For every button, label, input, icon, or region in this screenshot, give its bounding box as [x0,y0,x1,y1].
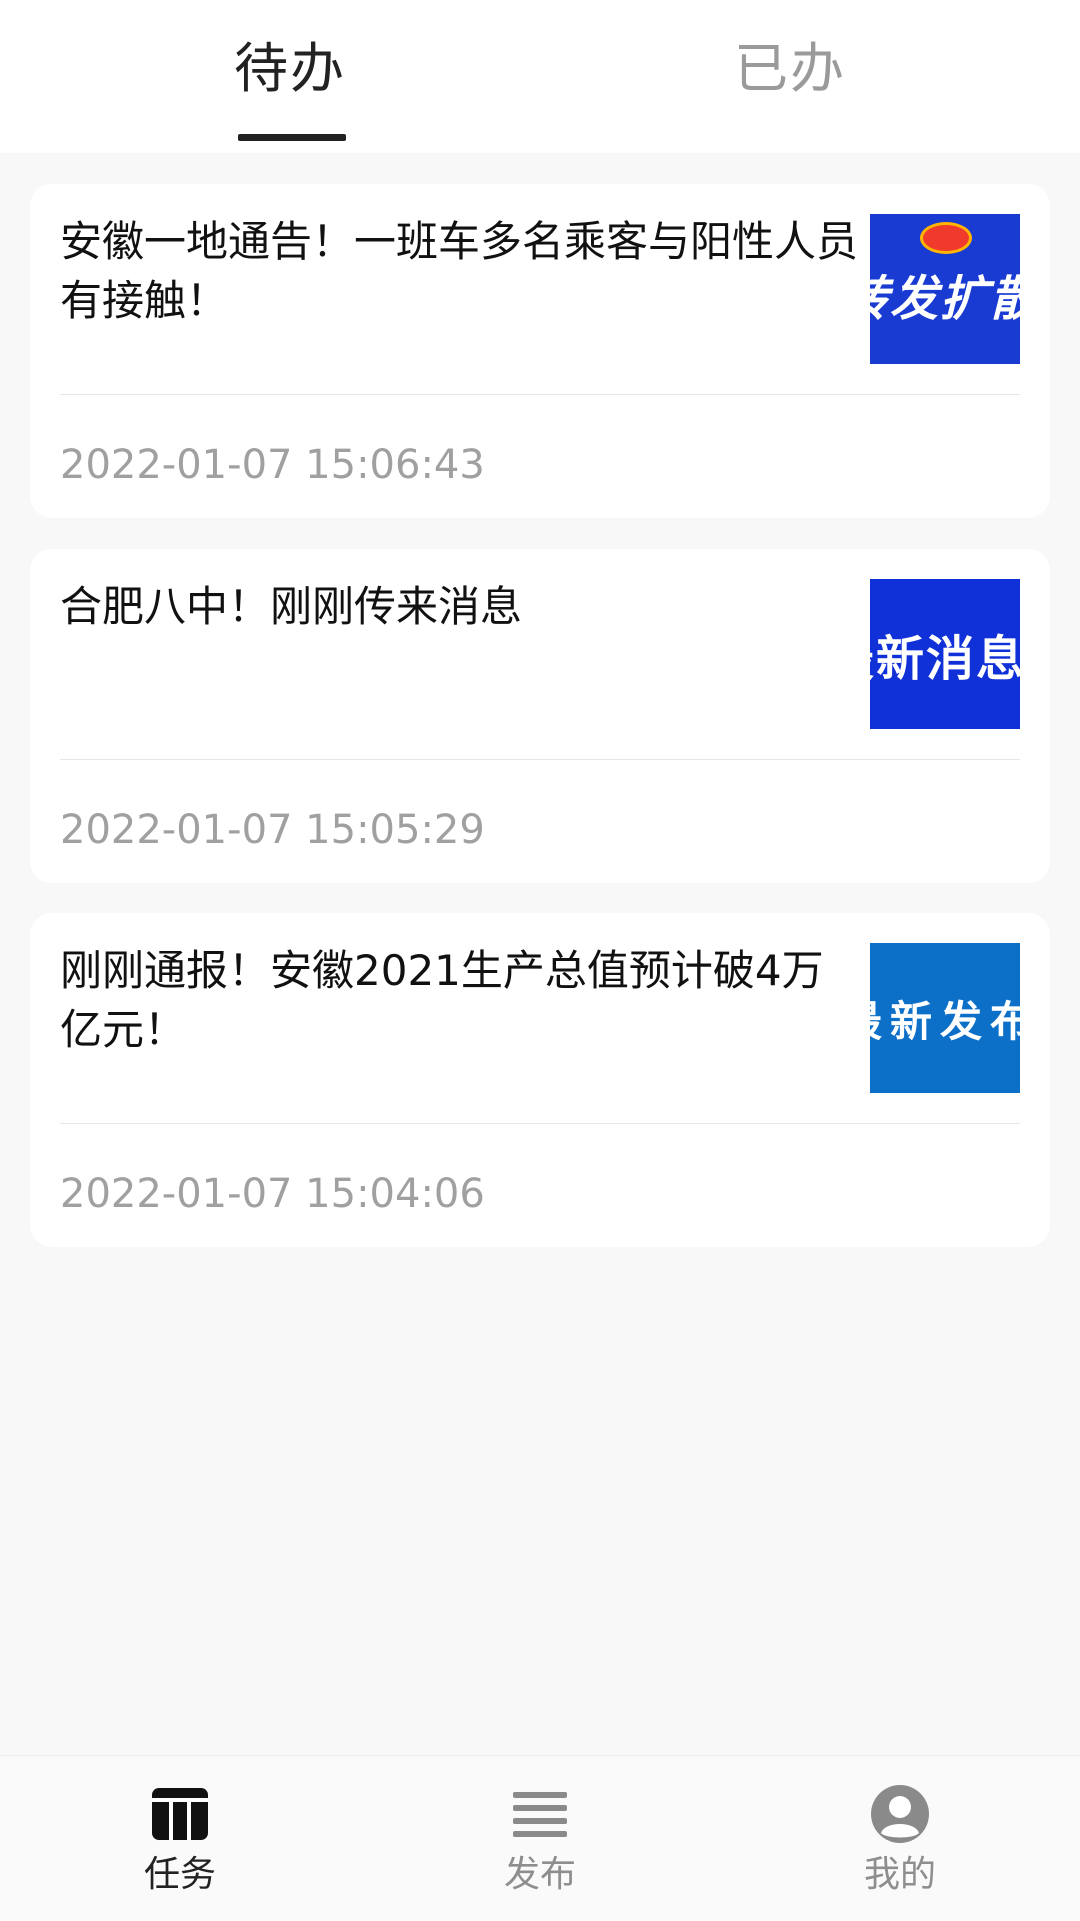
task-thumbnail: 最新发布 [870,943,1020,1093]
task-time: 2022-01-07 15:04:06 [60,1171,485,1217]
nav-mine[interactable]: 我的 [720,1756,1080,1921]
nav-publish[interactable]: 发布 [360,1756,720,1921]
nav-task[interactable]: 任务 [0,1756,360,1921]
tab-done-label: 已办 [734,37,846,100]
thumbnail-text: 最新发布 [870,996,1020,1046]
task-card[interactable]: 安徽一地通告！一班车多名乘客与阳性人员有接触！ 转发扩散 2022-01-07 … [30,184,1050,518]
task-card[interactable]: 合肥八中！刚刚传来消息 最新消息 2022-01-07 15:05:29 [30,549,1050,883]
card-divider [60,394,1020,395]
top-tab-bar: 待办 已办 [0,0,1080,153]
task-thumbnail: 转发扩散 [870,214,1020,364]
tab-done[interactable]: 已办 [520,0,1060,153]
nav-mine-label: 我的 [863,1854,936,1895]
task-thumbnail: 最新消息 [870,579,1020,729]
card-divider [60,759,1020,760]
list-lines-icon [513,1792,567,1837]
card-divider [60,1123,1020,1124]
nav-publish-label: 发布 [503,1854,576,1895]
active-tab-indicator [238,134,346,141]
thumbnail-text: 最新消息 [870,631,1020,687]
task-card[interactable]: 刚刚通报！安徽2021生产总值预计破4万亿元！ 最新发布 2022-01-07 … [30,913,1050,1247]
bottom-navigation: 任务 发布 我的 [0,1755,1080,1921]
user-avatar-icon [871,1785,929,1843]
tab-todo[interactable]: 待办 [20,0,560,153]
tab-todo-label: 待办 [234,37,346,100]
task-table-icon [152,1788,208,1840]
nav-task-label: 任务 [143,1854,216,1895]
task-time: 2022-01-07 15:06:43 [60,442,485,488]
task-title: 合肥八中！刚刚传来消息 [60,582,523,631]
thumbnail-text: 转发扩散 [870,271,1020,327]
thumbnail-logo-icon [920,222,972,254]
task-title: 刚刚通报！安徽2021生产总值预计破4万亿元！ [60,946,824,1054]
task-title: 安徽一地通告！一班车多名乘客与阳性人员有接触！ [60,217,859,325]
task-time: 2022-01-07 15:05:29 [60,807,485,853]
